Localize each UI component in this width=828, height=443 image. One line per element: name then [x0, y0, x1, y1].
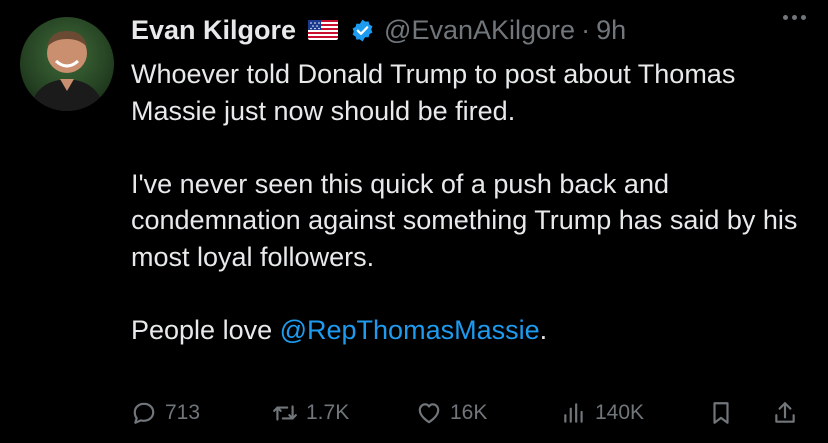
timestamp[interactable]: 9h	[596, 15, 626, 46]
bookmark-icon	[713, 402, 729, 424]
views-button[interactable]: 140K	[561, 400, 644, 426]
author-handle[interactable]: @EvanAKilgore	[384, 15, 575, 46]
more-options-icon[interactable]	[783, 15, 806, 20]
action-bar: 713 1.7K 16K 140K	[131, 393, 806, 433]
tweet-paragraph-1: Whoever told Donald Trump to post about …	[131, 59, 736, 126]
tweet-paragraph-3: People love @RepThomasMassie.	[131, 312, 811, 349]
retweet-button[interactable]: 1.7K	[272, 400, 349, 426]
us-flag-icon	[308, 20, 339, 40]
views-count: 140K	[595, 401, 645, 424]
tweet-text-prefix: People love	[131, 314, 280, 345]
tweet-body: Whoever told Donald Trump to post about …	[131, 56, 811, 348]
reply-count: 713	[165, 401, 201, 424]
bookmark-button[interactable]	[708, 400, 734, 426]
heart-icon	[418, 403, 440, 424]
like-count: 16K	[450, 401, 488, 424]
separator-dot: ·	[581, 14, 591, 45]
views-chart-icon	[564, 403, 583, 423]
mention-link[interactable]: @RepThomasMassie	[280, 315, 540, 345]
like-button[interactable]: 16K	[416, 400, 487, 426]
reply-button[interactable]: 713	[131, 400, 200, 426]
share-button[interactable]	[772, 400, 798, 426]
avatar[interactable]	[20, 17, 114, 111]
reply-icon	[133, 402, 155, 424]
tweet-header: Evan Kilgore @EvanAKilgore · 9h	[131, 10, 626, 50]
author-name[interactable]: Evan Kilgore	[131, 15, 296, 46]
tweet-paragraph-2: I've never seen this quick of a push bac…	[131, 168, 798, 272]
retweet-icon	[273, 405, 297, 421]
tweet-text-suffix: .	[539, 314, 548, 345]
verified-badge-icon[interactable]	[350, 18, 375, 43]
retweet-count: 1.7K	[306, 401, 350, 424]
share-icon	[775, 402, 795, 423]
